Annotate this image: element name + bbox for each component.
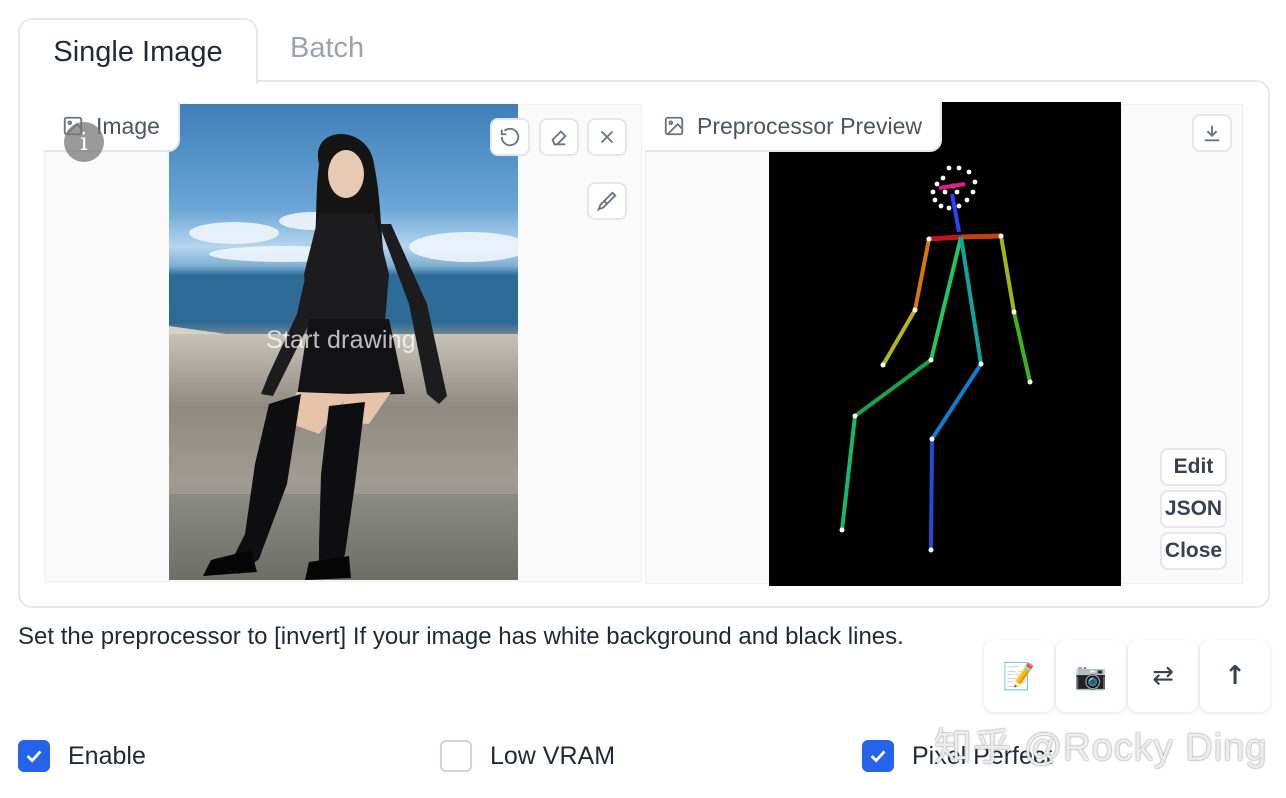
tab-bar: Single Image Batch — [18, 18, 1270, 84]
camera-icon: 📷 — [1074, 660, 1108, 691]
close-button[interactable]: Close — [1160, 532, 1227, 570]
download-icon — [1204, 125, 1220, 142]
memo-icon: 📝 — [1002, 660, 1036, 691]
input-image-label-text: Image — [96, 112, 160, 139]
info-icon[interactable]: i — [64, 122, 104, 162]
site-watermark: 知乎 @Rocky Ding — [934, 727, 1268, 769]
image-icon — [664, 116, 684, 136]
download-button[interactable] — [1192, 114, 1232, 152]
low-vram-checkbox[interactable] — [440, 740, 472, 772]
tab-single-image[interactable]: Single Image — [18, 18, 258, 84]
check-icon — [870, 750, 886, 763]
brush-icon — [596, 191, 617, 212]
webcam-button[interactable]: 📷 — [1056, 640, 1126, 712]
start-drawing-hint: Start drawing — [266, 326, 416, 354]
send-dimensions-button[interactable]: ↑ — [1200, 640, 1270, 712]
preview-label-text: Preprocessor Preview — [697, 112, 922, 139]
tab-batch[interactable]: Batch — [290, 32, 364, 65]
pixel-perfect-checkbox[interactable] — [862, 740, 894, 772]
enable-checkbox[interactable] — [18, 740, 50, 772]
eraser-button[interactable] — [539, 118, 579, 156]
arrow-up-icon: ↑ — [1224, 661, 1246, 691]
edit-button[interactable]: Edit — [1160, 448, 1227, 486]
pose-preview-image — [769, 102, 1121, 586]
mirror-button[interactable]: ⇄ — [1128, 640, 1198, 712]
checkbox-enable[interactable]: Enable — [18, 740, 146, 772]
new-canvas-button[interactable]: 📝 — [984, 640, 1054, 712]
swap-icon: ⇄ — [1152, 661, 1174, 691]
clear-button[interactable] — [587, 118, 627, 156]
checkbox-low-vram[interactable]: Low VRAM — [440, 740, 615, 772]
json-button[interactable]: JSON — [1160, 490, 1227, 528]
undo-button[interactable] — [490, 118, 530, 156]
preprocessor-hint: Set the preprocessor to [invert] If your… — [18, 623, 904, 650]
brush-button[interactable] — [587, 182, 627, 220]
preview-label: Preprocessor Preview — [645, 102, 942, 152]
undo-icon — [500, 127, 520, 147]
check-icon — [26, 750, 42, 763]
enable-label: Enable — [68, 741, 146, 770]
close-icon — [600, 130, 614, 144]
low-vram-label: Low VRAM — [490, 741, 616, 770]
eraser-icon — [551, 130, 567, 146]
